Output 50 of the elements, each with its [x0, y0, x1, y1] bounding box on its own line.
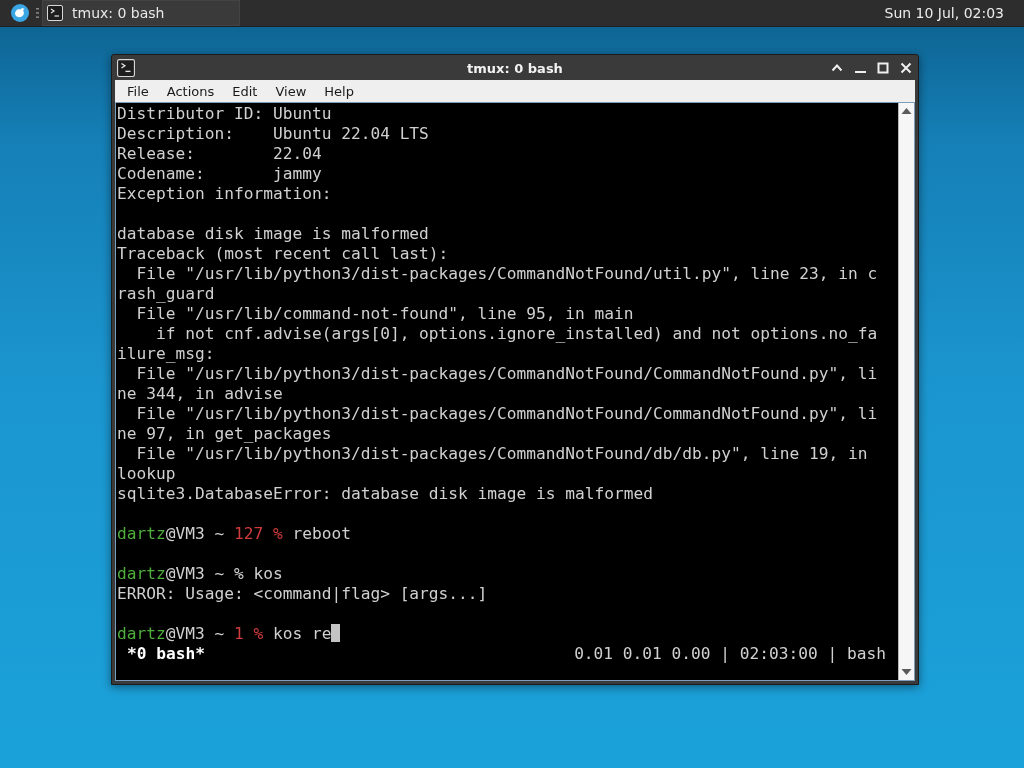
exit-status: 127 % — [233, 524, 283, 543]
prompt-username: dartz — [117, 524, 166, 543]
menu-item[interactable]: File — [118, 81, 158, 101]
terminal-line: File "/usr/lib/python3/dist-packages/CommandNotFound/db/db.py", line 19, in — [135, 444, 868, 463]
prompt-text: kos re — [271, 624, 332, 643]
drag-handle-icon[interactable] — [36, 7, 40, 19]
up-arrow-icon[interactable] — [901, 107, 912, 115]
prompt-username: dartz — [117, 624, 166, 643]
terminal-line: ilure_msg: — [117, 344, 215, 363]
terminal-line: sqlite3.DatabaseError: database disk image is malformed — [117, 484, 653, 503]
terminal-line: File "/usr/lib/python3/dist-packages/CommandNotFound/CommandNotFound.py", li — [135, 404, 878, 423]
window-title: tmux: 0 bash — [467, 61, 563, 76]
close-icon — [900, 61, 912, 74]
terminal-icon — [117, 58, 135, 77]
menu-item[interactable]: Help — [315, 81, 363, 101]
menu-item[interactable]: Actions — [157, 81, 224, 101]
terminal-line: database disk image is malformed — [117, 224, 429, 243]
minimize-icon — [854, 71, 866, 73]
terminal-line: Distributor ID: Ubuntu — [117, 104, 332, 123]
terminal-line: ne 344, in advise — [117, 384, 283, 403]
terminal-line: File "/usr/lib/command-not-found", line 95, in main — [135, 304, 634, 323]
terminal-line: Codename: jammy — [117, 164, 322, 183]
menu-item[interactable]: View — [266, 81, 316, 101]
terminal-line: lookup — [117, 464, 176, 483]
down-arrow-icon[interactable] — [901, 668, 912, 676]
tmux-status-info: 0.01 0.01 0.00 | 02:03:00 | bash — [574, 644, 886, 664]
terminal-line: ERROR: Usage: <command|flag> [args...] — [117, 584, 488, 603]
clock-text: Sun 10 Jul, 02:03 — [884, 5, 1004, 21]
terminal-line: File "/usr/lib/python3/dist-packages/CommandNotFound/CommandNotFound.py", li — [135, 364, 878, 383]
prompt-text: @VM3 ~ — [165, 524, 226, 543]
prompt-text: reboot — [291, 524, 351, 543]
terminal-line: Description: Ubuntu 22.04 LTS — [117, 124, 429, 143]
terminal-line: Release: 22.04 — [117, 144, 322, 163]
tmux-window-label: *0 bash* — [127, 644, 205, 664]
terminal-line: if not cnf.advise(args[0], options.ignore_installed) and not options.no_fa — [154, 324, 878, 343]
maximize-icon — [877, 61, 889, 74]
scrollbar[interactable] — [898, 103, 914, 680]
terminal-line: File "/usr/lib/python3/dist-packages/CommandNotFound/util.py", line 23, in c — [135, 264, 878, 283]
terminal-line: rash_guard — [117, 284, 215, 303]
app-menu-icon[interactable] — [11, 4, 29, 22]
terminal-icon — [47, 5, 63, 21]
terminal-line: Exception information: — [117, 184, 332, 203]
taskbar-button[interactable]: tmux: 0 bash — [42, 0, 240, 26]
menu-item[interactable]: Edit — [223, 81, 267, 101]
exit-status: 1 % — [233, 624, 264, 643]
prompt-username: dartz — [117, 564, 166, 583]
terminal-line: ne 97, in get_packages — [117, 424, 332, 443]
prompt-text: @VM3 ~ — [165, 624, 226, 643]
terminal-line: Traceback (most recent call last): — [117, 244, 449, 263]
prompt-text: @VM3 ~ % kos — [165, 564, 283, 583]
